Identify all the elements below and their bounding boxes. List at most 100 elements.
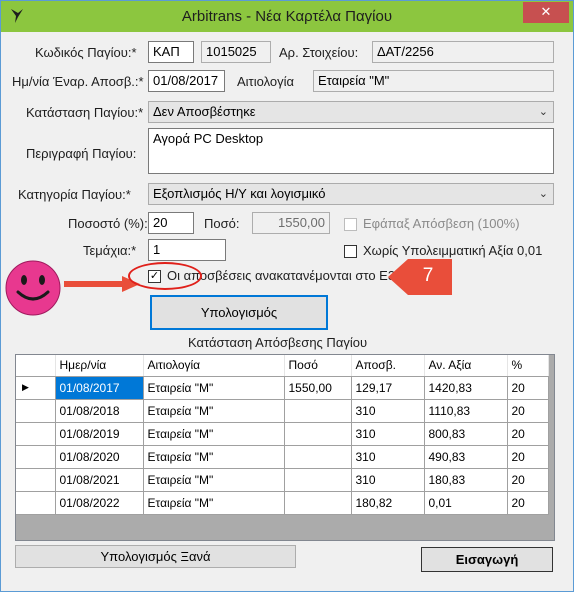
row-header[interactable] [16,445,56,469]
table-cell-amount[interactable] [284,491,352,515]
step-number: 7 [422,265,434,286]
code-field[interactable]: ΚΑΠ [148,41,194,63]
reason-label: Αιτιολογία [237,74,295,89]
current-row-arrow-icon[interactable]: ▶ [16,376,56,400]
status-label: Κατάσταση Παγίου:* [26,105,144,120]
row-header[interactable] [16,399,56,423]
table-cell-percent[interactable]: 20 [507,445,549,469]
column-header-date[interactable]: Ημερ/νία [55,355,144,377]
description-textarea[interactable]: Αγορά PC Desktop [148,128,554,174]
table-cell-percent[interactable]: 20 [507,376,549,400]
column-header-amount[interactable]: Ποσό [284,355,352,377]
table-cell-depreciation[interactable]: 310 [351,445,425,469]
table-cell-date[interactable]: 01/08/2019 [55,422,144,446]
table-cell-depreciation[interactable]: 180,82 [351,491,425,515]
table-cell-amount[interactable] [284,445,352,469]
table-cell-amount[interactable]: 1550,00 [284,376,352,400]
category-select-value: Εξοπλισμός Η/Υ και λογισμικό [153,186,326,201]
table-cell-date[interactable]: 01/08/2017 [55,376,144,400]
table-cell-net-value[interactable]: 1110,83 [424,399,508,423]
table-cell-reason[interactable]: Εταιρεία "Μ" [143,491,285,515]
item-no-field: ΔΑΤ/2256 [372,41,554,63]
pieces-field[interactable]: 1 [148,239,226,261]
table-cell-percent[interactable]: 20 [507,491,549,515]
table-row[interactable]: 01/08/2022 Εταιρεία "Μ" 180,82 0,01 20 [16,491,549,515]
table-cell-percent[interactable]: 20 [507,422,549,446]
table-cell-date[interactable]: 01/08/2018 [55,399,144,423]
percent-field[interactable]: 20 [148,212,194,234]
table-cell-amount[interactable] [284,422,352,446]
table-cell-amount[interactable] [284,468,352,492]
table-cell-net-value[interactable]: 0,01 [424,491,508,515]
table-cell-depreciation[interactable]: 310 [351,399,425,423]
chevron-down-icon: ⌄ [538,188,548,200]
table-row[interactable]: 01/08/2021 Εταιρεία "Μ" 310 180,83 20 [16,468,549,492]
calculate-button[interactable]: Υπολογισμός [150,295,328,330]
table-cell-depreciation[interactable]: 310 [351,422,425,446]
percent-label: Ποσοστό (%): [68,216,148,231]
table-cell-reason[interactable]: Εταιρεία "Μ" [143,445,285,469]
depreciation-table: Ημερ/νία Αιτιολογία Ποσό Αποσβ. Αν. Αξία… [16,355,549,515]
table-cell-date[interactable]: 01/08/2021 [55,468,144,492]
no-residual-checkbox[interactable] [344,245,357,258]
highlight-ellipse [128,262,202,290]
table-cell-net-value[interactable]: 800,83 [424,422,508,446]
code-label: Κωδικός Παγίου:* [35,45,137,60]
table-cell-net-value[interactable]: 490,83 [424,445,508,469]
insert-button[interactable]: Εισαγωγή [421,547,553,572]
table-cell-percent[interactable]: 20 [507,468,549,492]
status-select[interactable]: Δεν Αποσβέστηκε ⌄ [148,101,554,123]
step-badge: 7 [388,259,452,295]
status-select-value: Δεν Αποσβέστηκε [153,104,256,119]
row-header[interactable] [16,422,56,446]
table-cell-net-value[interactable]: 180,83 [424,468,508,492]
amount-label: Ποσό: [204,216,240,231]
one-off-label: Εφάπαξ Απόσβεση (100%) [363,216,520,231]
table-cell-depreciation[interactable]: 310 [351,468,425,492]
table-cell-date[interactable]: 01/08/2022 [55,491,144,515]
table-row[interactable]: ▶ 01/08/2017 Εταιρεία "Μ" 1550,00 129,17… [16,376,549,400]
table-header-row: Ημερ/νία Αιτιολογία Ποσό Αποσβ. Αν. Αξία… [16,355,549,377]
reason-field: Εταιρεία "Μ" [313,70,554,92]
column-header-net-value[interactable]: Αν. Αξία [424,355,508,377]
table-row[interactable]: 01/08/2018 Εταιρεία "Μ" 310 1110,83 20 [16,399,549,423]
item-no-label: Αρ. Στοιχείου: [279,45,359,60]
table-cell-reason[interactable]: Εταιρεία "Μ" [143,376,285,400]
window-title: Arbitrans - Νέα Καρτέλα Παγίου [181,8,393,25]
start-date-field[interactable]: 01/08/2017 [148,70,225,92]
grid-title: Κατάσταση Απόσβεσης Παγίου [188,335,368,350]
row-header[interactable] [16,491,56,515]
table-row[interactable]: 01/08/2019 Εταιρεία "Μ" 310 800,83 20 [16,422,549,446]
title-bar: Arbitrans - Νέα Καρτέλα Παγίου ✕ [1,1,573,32]
table-cell-depreciation[interactable]: 129,17 [351,376,425,400]
table-cell-amount[interactable] [284,399,352,423]
table-cell-net-value[interactable]: 1420,83 [424,376,508,400]
table-row[interactable]: 01/08/2020 Εταιρεία "Μ" 310 490,83 20 [16,445,549,469]
pieces-label: Τεμάχια:* [83,243,137,258]
smiley-face-icon [5,260,61,316]
no-residual-label: Χωρίς Υπολειμματική Αξία 0,01 [363,243,543,258]
close-button[interactable]: ✕ [523,2,569,23]
start-date-label: Ημ/νία Έναρ. Αποσβ.:* [12,74,144,89]
table-cell-date[interactable]: 01/08/2020 [55,445,144,469]
table-cell-reason[interactable]: Εταιρεία "Μ" [143,399,285,423]
app-window: Arbitrans - Νέα Καρτέλα Παγίου ✕ Κωδικός… [0,0,574,592]
chevron-down-icon: ⌄ [538,106,548,118]
row-header-corner [16,355,56,377]
row-header[interactable] [16,468,56,492]
table-cell-reason[interactable]: Εταιρεία "Μ" [143,422,285,446]
category-select[interactable]: Εξοπλισμός Η/Υ και λογισμικό ⌄ [148,183,554,205]
column-header-percent[interactable]: % [507,355,549,377]
form-body: Κωδικός Παγίου:* ΚΑΠ 1015025 Αρ. Στοιχεί… [5,32,566,584]
amount-field: 1550,00 [252,212,330,234]
column-header-reason[interactable]: Αιτιολογία [143,355,285,377]
code-number-field: 1015025 [201,41,271,63]
category-label: Κατηγορία Παγίου:* [18,187,131,202]
recalculate-button[interactable]: Υπολογισμός Ξανά [15,545,296,568]
table-cell-reason[interactable]: Εταιρεία "Μ" [143,468,285,492]
table-cell-percent[interactable]: 20 [507,399,549,423]
one-off-checkbox[interactable] [344,218,357,231]
description-label: Περιγραφή Παγίου: [26,146,137,161]
depreciation-grid: Ημερ/νία Αιτιολογία Ποσό Αποσβ. Αν. Αξία… [15,354,555,541]
column-header-depreciation[interactable]: Αποσβ. [351,355,425,377]
